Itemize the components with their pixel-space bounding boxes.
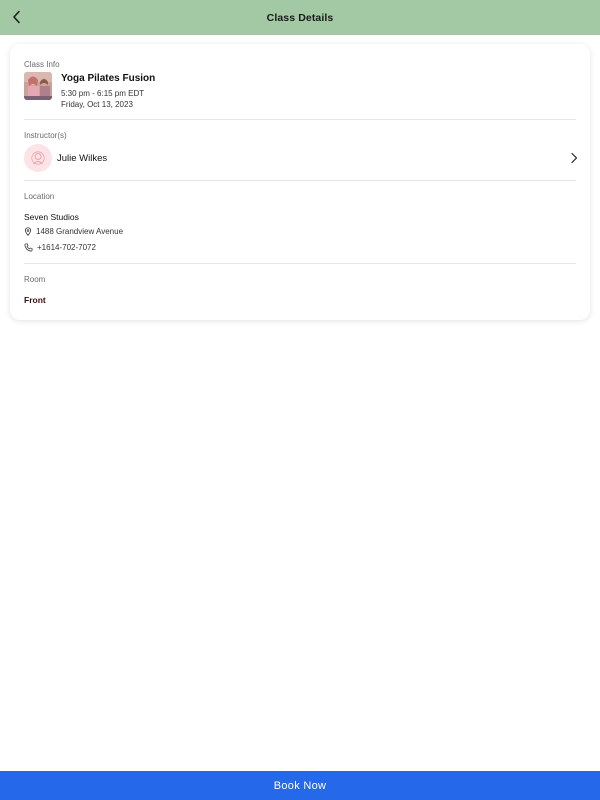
- location-label: Location: [24, 192, 55, 201]
- phone-icon: [24, 243, 33, 252]
- address-row[interactable]: 1488 Grandview Avenue: [24, 227, 123, 236]
- book-now-button[interactable]: Book Now: [0, 771, 600, 800]
- page-title: Class Details: [266, 11, 334, 24]
- room-value: Front: [24, 295, 46, 305]
- instructor-label: Instructor(s): [24, 131, 67, 140]
- person-icon: [31, 151, 45, 165]
- chevron-left-icon: [13, 10, 20, 24]
- map-pin-icon: [24, 227, 32, 236]
- room-label: Room: [24, 275, 46, 284]
- class-date: Friday, Oct 13, 2023: [61, 100, 133, 109]
- class-photo-image: [24, 72, 52, 100]
- top-bar: Class Details: [0, 0, 600, 35]
- class-thumbnail: [24, 72, 52, 100]
- avatar: [24, 144, 52, 172]
- class-name: Yoga Pilates Fusion: [61, 73, 156, 84]
- divider: [24, 263, 576, 264]
- back-button[interactable]: [4, 4, 30, 30]
- chevron-right-icon: [568, 152, 580, 164]
- class-info-label: Class Info: [24, 60, 60, 69]
- class-time: 5:30 pm - 6:15 pm EDT: [61, 89, 145, 98]
- divider: [24, 180, 576, 181]
- instructor-row[interactable]: Julie Wilkes: [24, 143, 580, 173]
- phone-text: +1614-702-7072: [37, 243, 96, 252]
- class-details-card: Class Info Yoga Pilates Fusion 5:30 pm -…: [10, 44, 590, 320]
- address-text: 1488 Grandview Avenue: [36, 227, 124, 236]
- phone-row[interactable]: +1614-702-7072: [24, 243, 96, 252]
- instructor-name: Julie Wilkes: [57, 152, 108, 164]
- studio-name: Seven Studios: [24, 212, 79, 222]
- divider: [24, 119, 576, 120]
